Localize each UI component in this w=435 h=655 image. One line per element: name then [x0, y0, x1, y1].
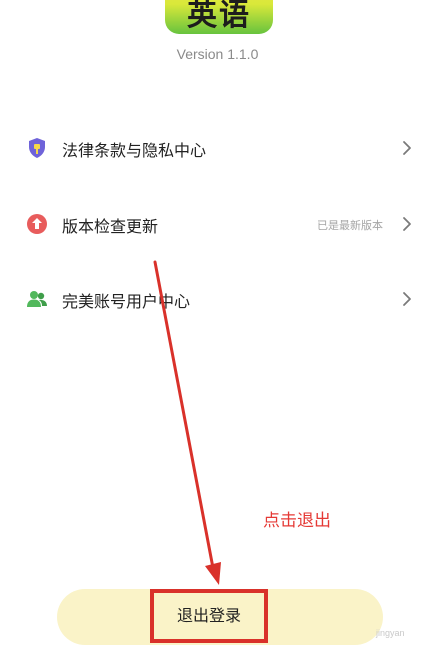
upload-arrow-icon [26, 213, 48, 235]
settings-item-status: 已是最新版本 [317, 219, 383, 232]
app-version: Version 1.1.0 [176, 46, 259, 62]
app-logo: 英语 [165, 0, 273, 34]
settings-item-version-check[interactable]: 版本检查更新 已是最新版本 [0, 204, 435, 244]
chevron-right-icon [400, 138, 414, 158]
chevron-right-icon [400, 289, 414, 309]
settings-item-label: 版本检查更新 [62, 217, 159, 236]
annotation-text: 点击退出 [263, 511, 331, 531]
shield-icon [26, 137, 48, 159]
chevron-right-icon [400, 214, 414, 234]
settings-item-label: 法律条款与隐私中心 [62, 141, 207, 160]
users-icon [26, 288, 48, 310]
logout-highlight-box [150, 589, 268, 643]
annotation-arrow [153, 260, 221, 585]
settings-item-label: 完美账号用户中心 [62, 292, 191, 311]
watermark-text: jingyan [376, 628, 405, 638]
app-logo-text: 英语 [187, 0, 251, 33]
settings-item-legal-privacy[interactable]: 法律条款与隐私中心 [0, 128, 435, 168]
settings-item-account-center[interactable]: 完美账号用户中心 [0, 279, 435, 319]
